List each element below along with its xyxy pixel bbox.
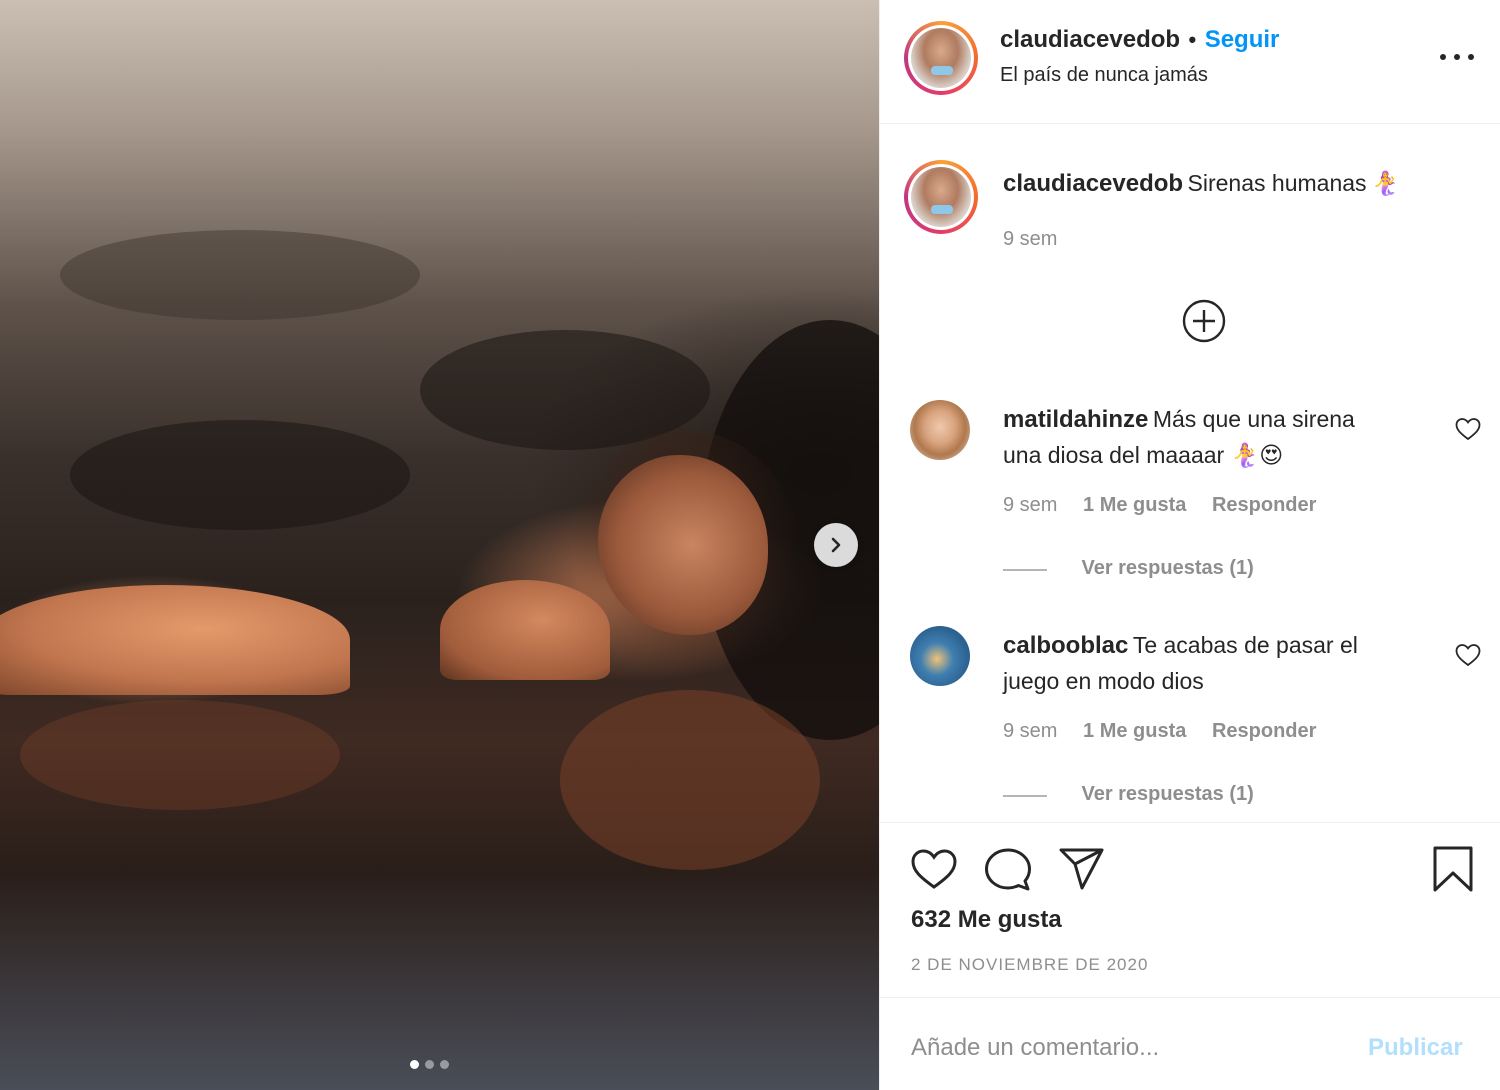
comment-likes[interactable]: 1 Me gusta: [1083, 720, 1186, 742]
view-replies-button[interactable]: Ver respuestas (1): [1081, 783, 1253, 805]
separator-dot: •: [1188, 27, 1197, 52]
comment-username[interactable]: matildahinze: [1003, 406, 1148, 433]
rock-shape: [60, 230, 420, 320]
caption-text: Sirenas humanas: [1187, 170, 1367, 196]
divider: [1003, 794, 1047, 797]
comment-body: calbooblac Te acabas de pasar el juego e…: [1003, 629, 1423, 698]
comment-input[interactable]: [911, 1028, 1351, 1068]
publish-button[interactable]: Publicar: [1368, 1034, 1463, 1062]
comment-text: Te acabas de pasar el: [1132, 632, 1358, 658]
comment-meta: 9 sem 1 Me gusta Responder: [1003, 720, 1316, 743]
carousel-dot: [440, 1060, 449, 1069]
figure-shoulder: [440, 580, 610, 680]
comment-text: juego en modo dios: [1003, 668, 1204, 694]
heart-icon[interactable]: [1455, 643, 1481, 667]
commenter-avatar[interactable]: [910, 400, 970, 460]
reply-button[interactable]: Responder: [1212, 720, 1316, 742]
caption-username[interactable]: claudiacevedob: [1003, 170, 1183, 197]
post-location[interactable]: El país de nunca jamás: [1000, 64, 1208, 87]
paper-plane-icon[interactable]: [1058, 847, 1106, 891]
follow-button[interactable]: Seguir: [1205, 26, 1280, 53]
post-header: claudiacevedob • Seguir El país de nunca…: [880, 0, 1500, 124]
carousel-dot: [410, 1060, 419, 1069]
commenter-avatar[interactable]: [910, 626, 970, 686]
bookmark-icon[interactable]: [1431, 845, 1475, 893]
plus-circle-icon[interactable]: [1182, 299, 1226, 343]
comment-text: Más que una sirena: [1152, 406, 1355, 432]
author-username[interactable]: claudiacevedob: [1000, 26, 1180, 53]
comment-text: una diosa del maaaar 🧜‍♀️😍: [1003, 442, 1284, 468]
like-count[interactable]: 632 Me gusta: [911, 906, 1062, 934]
post-side-panel: claudiacevedob • Seguir El país de nunca…: [879, 0, 1500, 1090]
more-horizontal-icon: [1440, 54, 1446, 60]
mermaid-emoji: 🧜‍♀️: [1370, 170, 1400, 196]
post-date[interactable]: 2 DE NOVIEMBRE DE 2020: [911, 955, 1148, 975]
comment-body: matildahinze Más que una sirena una dios…: [1003, 403, 1423, 472]
avatar-image: [911, 28, 971, 88]
author-avatar[interactable]: [904, 21, 978, 95]
avatar-image: [911, 167, 971, 227]
comment-composer: Publicar: [880, 997, 1500, 1090]
caption-time[interactable]: 9 sem: [1003, 228, 1057, 251]
view-replies-button[interactable]: Ver respuestas (1): [1081, 557, 1253, 579]
caption: claudiacevedob Sirenas humanas 🧜‍♀️: [1003, 170, 1400, 198]
water-reflection: [20, 700, 340, 810]
post-photo[interactable]: [0, 0, 879, 1090]
more-options-button[interactable]: [1440, 50, 1474, 64]
reply-button[interactable]: Responder: [1212, 494, 1316, 516]
chevron-right-icon: [831, 537, 841, 553]
carousel-indicator: [410, 1060, 449, 1069]
view-replies-row: Ver respuestas (1): [1003, 557, 1254, 580]
comment-time[interactable]: 9 sem: [1003, 720, 1057, 742]
water-reflection: [560, 690, 820, 870]
figure-back: [0, 585, 350, 695]
caption-author-avatar[interactable]: [904, 160, 978, 234]
heart-icon[interactable]: [1455, 417, 1481, 441]
comment-time[interactable]: 9 sem: [1003, 494, 1057, 516]
comment-meta: 9 sem 1 Me gusta Responder: [1003, 494, 1316, 517]
carousel-dot: [425, 1060, 434, 1069]
comment-bubble-icon[interactable]: [984, 847, 1032, 893]
divider: [1003, 568, 1047, 571]
heart-icon[interactable]: [910, 847, 958, 891]
comment-likes[interactable]: 1 Me gusta: [1083, 494, 1186, 516]
rock-shape: [70, 420, 410, 530]
next-slide-button[interactable]: [814, 523, 858, 567]
view-replies-row: Ver respuestas (1): [1003, 783, 1254, 806]
comment-username[interactable]: calbooblac: [1003, 632, 1128, 659]
